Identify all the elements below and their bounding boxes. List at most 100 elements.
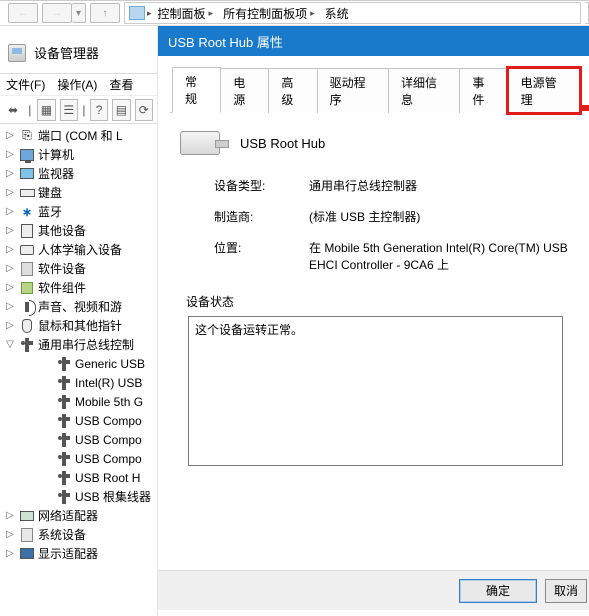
control-panel-icon: [129, 6, 145, 20]
tree-sysdev[interactable]: 系统设备: [38, 526, 86, 543]
tree-monitor[interactable]: 监视器: [38, 165, 74, 182]
usb-device-icon: [56, 489, 72, 505]
value-device-type: 通用串行总线控制器: [309, 177, 571, 194]
usb-device-icon: [56, 356, 72, 372]
tab-power-management[interactable]: 电源管理: [508, 68, 580, 113]
device-manager-title: 设备管理器: [34, 43, 99, 62]
cancel-button[interactable]: 取消: [545, 579, 587, 603]
dialog-title: USB Root Hub 属性: [168, 32, 283, 51]
toolbar-help-icon[interactable]: ?: [90, 99, 108, 121]
toolbar-btn-1[interactable]: ▦: [37, 99, 55, 121]
toolbar: ⬌ | ▦ ☰ | ? ▤ ⟳: [0, 96, 157, 124]
value-manufacturer: (标准 USB 主控制器): [309, 208, 571, 225]
tree-computer[interactable]: 计算机: [38, 146, 74, 163]
tree-network[interactable]: 网络适配器: [38, 507, 98, 524]
usb-controller-icon: [19, 337, 35, 353]
tree-other[interactable]: 其他设备: [38, 222, 86, 239]
softdev-icon: [19, 261, 35, 277]
tree-keyboard[interactable]: 键盘: [38, 184, 62, 201]
breadcrumb-seg-1[interactable]: 控制面板▸: [154, 5, 218, 22]
mouse-icon: [19, 318, 35, 334]
nav-up-button[interactable]: ↑: [90, 3, 120, 23]
softcomp-icon: [19, 280, 35, 296]
sysdev-icon: [19, 527, 35, 543]
tree-usb-child[interactable]: USB 根集线器: [0, 487, 157, 506]
device-status-box[interactable]: 这个设备运转正常。: [188, 316, 563, 466]
usb-hub-icon: [180, 131, 220, 155]
tree-hid[interactable]: 人体学输入设备: [38, 241, 122, 258]
toolbar-btn-2[interactable]: ☰: [60, 99, 78, 121]
tree-usb-child[interactable]: USB Root H: [0, 468, 157, 487]
chevron-right-icon: ▸: [147, 8, 152, 19]
device-status-text: 这个设备运转正常。: [195, 323, 303, 337]
tree-bluetooth[interactable]: 蓝牙: [38, 203, 62, 220]
value-location: 在 Mobile 5th Generation Intel(R) Core(TM…: [309, 239, 571, 273]
dialog-footer: 确定 取消: [158, 570, 589, 610]
menu-bar: 文件(F) 操作(A) 查看: [0, 74, 157, 96]
tab-advanced[interactable]: 高级: [268, 68, 317, 113]
network-icon: [19, 508, 35, 524]
label-device-type: 设备类型:: [214, 177, 309, 194]
tree-usb-child[interactable]: USB Compo: [0, 411, 157, 430]
sound-icon: [19, 299, 35, 315]
device-tree[interactable]: ▷端口 (COM 和 L ▷计算机 ▷监视器 ▷键盘 ▷∗蓝牙 ▷其他设备 ▷人…: [0, 124, 157, 616]
toolbar-btn-3[interactable]: ▤: [112, 99, 130, 121]
tree-softdev[interactable]: 软件设备: [38, 260, 86, 277]
tree-mouse[interactable]: 鼠标和其他指针: [38, 317, 122, 334]
usb-device-icon: [56, 394, 72, 410]
tree-usb-child[interactable]: Mobile 5th G: [0, 392, 157, 411]
tree-usb-child[interactable]: USB Compo: [0, 430, 157, 449]
nav-back-button[interactable]: ←: [8, 3, 38, 23]
bluetooth-icon: ∗: [19, 204, 35, 220]
hid-icon: [19, 242, 35, 258]
usb-device-icon: [56, 470, 72, 486]
tab-general[interactable]: 常规: [172, 67, 221, 113]
ports-icon: [19, 128, 35, 144]
tab-power[interactable]: 电源: [220, 68, 269, 113]
tree-usb-child[interactable]: USB Compo: [0, 449, 157, 468]
display-icon: [19, 546, 35, 562]
device-manager-icon: [8, 44, 26, 62]
nav-history-dropdown[interactable]: ▾: [72, 3, 86, 23]
tab-details[interactable]: 详细信息: [388, 68, 460, 113]
menu-action[interactable]: 操作(A): [57, 76, 97, 93]
search-box-fragment[interactable]: [585, 2, 589, 24]
menu-view[interactable]: 查看: [109, 76, 133, 93]
breadcrumb-seg-2[interactable]: 所有控制面板项▸: [219, 5, 319, 22]
tree-display[interactable]: 显示适配器: [38, 545, 98, 562]
nav-forward-button[interactable]: →: [42, 3, 72, 23]
device-manager-header: 设备管理器: [0, 32, 157, 74]
dialog-title-bar[interactable]: USB Root Hub 属性: [158, 26, 589, 56]
device-name: USB Root Hub: [240, 136, 325, 151]
properties-dialog: USB Root Hub 属性 常规 电源 高级 驱动程序 详细信息 事件 电源…: [158, 26, 589, 616]
device-manager-pane: 设备管理器 文件(F) 操作(A) 查看 ⬌ | ▦ ☰ | ? ▤ ⟳ ▷端口…: [0, 26, 158, 616]
monitor-icon: [19, 166, 35, 182]
tree-ports[interactable]: 端口 (COM 和 L: [38, 127, 123, 144]
tab-driver[interactable]: 驱动程序: [317, 68, 389, 113]
computer-icon: [19, 147, 35, 163]
usb-device-icon: [56, 432, 72, 448]
ok-button[interactable]: 确定: [459, 579, 537, 603]
toolbar-back-icon[interactable]: ⬌: [4, 99, 22, 121]
tab-events[interactable]: 事件: [459, 68, 508, 113]
label-manufacturer: 制造商:: [214, 208, 309, 225]
tab-strip: 常规 电源 高级 驱动程序 详细信息 事件 电源管理: [170, 66, 579, 113]
other-icon: [19, 223, 35, 239]
tree-softcomp[interactable]: 软件组件: [38, 279, 86, 296]
usb-device-icon: [56, 375, 72, 391]
tree-usb-child[interactable]: Generic USB: [0, 354, 157, 373]
tree-usb-child[interactable]: Intel(R) USB: [0, 373, 157, 392]
explorer-nav-bar: ← → ▾ ↑ ▸ 控制面板▸ 所有控制面板项▸ 系统: [0, 0, 589, 26]
usb-device-icon: [56, 451, 72, 467]
address-bar[interactable]: ▸ 控制面板▸ 所有控制面板项▸ 系统: [124, 2, 581, 24]
menu-file[interactable]: 文件(F): [6, 76, 45, 93]
breadcrumb-seg-3[interactable]: 系统: [321, 5, 353, 22]
keyboard-icon: [19, 185, 35, 201]
toolbar-btn-4[interactable]: ⟳: [135, 99, 153, 121]
tab-panel-general: USB Root Hub 设备类型: 通用串行总线控制器 制造商: (标准 US…: [158, 113, 589, 476]
usb-device-icon: [56, 413, 72, 429]
tree-sound[interactable]: 声音、视频和游: [38, 298, 122, 315]
label-device-status: 设备状态: [186, 293, 571, 310]
tree-usb-controllers[interactable]: 通用串行总线控制: [38, 336, 134, 353]
label-location: 位置:: [214, 239, 309, 273]
